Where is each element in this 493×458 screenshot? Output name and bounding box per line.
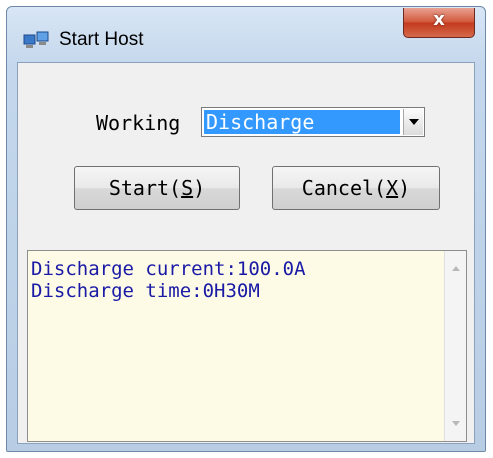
output-text: Discharge current:100.0A Discharge time:… [31, 258, 306, 302]
cancel-button-close: ) [398, 176, 411, 200]
title-bar[interactable]: Start Host x [7, 7, 485, 59]
working-mode-select[interactable]: Discharge [201, 107, 425, 137]
vertical-scrollbar[interactable] [444, 251, 466, 441]
close-icon: x [433, 9, 445, 30]
cancel-button-hotkey: X [386, 176, 399, 200]
start-button-hotkey: S [181, 176, 194, 200]
window-title: Start Host [59, 29, 144, 50]
chevron-down-icon [409, 119, 419, 125]
output-textbox[interactable]: Discharge current:100.0A Discharge time:… [27, 250, 467, 442]
host-app-icon [23, 31, 49, 49]
start-button-close: ) [193, 176, 206, 200]
dialog-body: Working Discharge Start(S) Cancel(X) Dis… [17, 62, 475, 444]
output-line: Discharge time:0H30M [31, 280, 260, 302]
scroll-up-icon[interactable] [451, 265, 461, 273]
cancel-button[interactable]: Cancel(X) [272, 166, 440, 210]
working-mode-value: Discharge [204, 110, 400, 134]
dropdown-button[interactable] [403, 109, 423, 135]
start-button[interactable]: Start(S) [74, 166, 240, 210]
start-host-dialog: Start Host x Working Discharge Start(S) … [6, 6, 486, 452]
output-line: Discharge current:100.0A [31, 258, 306, 280]
close-button[interactable]: x [403, 8, 475, 38]
start-button-text: Start( [108, 176, 182, 200]
cancel-button-text: Cancel( [301, 176, 387, 200]
scroll-down-icon[interactable] [451, 419, 461, 427]
working-label: Working [96, 111, 181, 135]
